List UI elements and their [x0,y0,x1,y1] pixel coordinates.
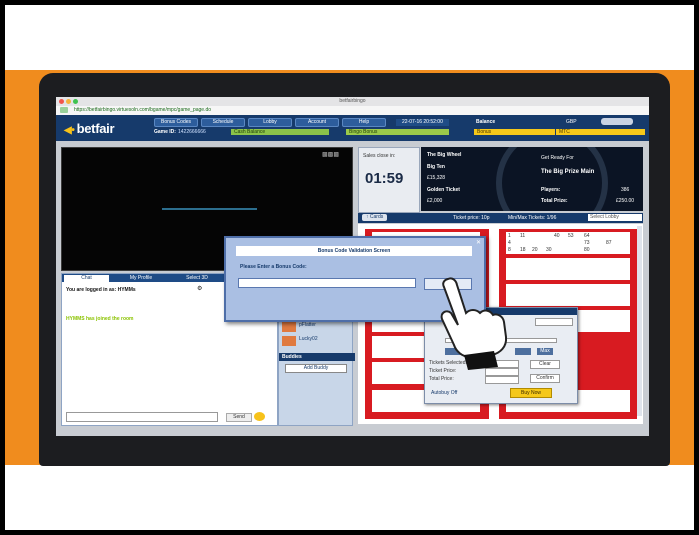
bonus-code-prompt: Please Enter a Bonus Code: [240,264,307,270]
buddy-name[interactable]: pFlatter [299,322,316,328]
browser-window: betfairbingo https://betfairbingo.virtue… [56,97,649,436]
ticket-number: 20 [532,247,538,253]
sales-close-label: Sales close in: [363,153,396,159]
ticket-price-text: Ticket price: 10p [453,215,490,221]
avatar [282,336,296,346]
browser-title: betfairbingo [339,98,366,104]
chat-options-icon[interactable]: ⚙ [197,285,202,292]
logo-icon: ◀• [64,125,75,136]
total-prize-label: Total Prize: [541,198,568,204]
tab-chat[interactable]: Chat [64,275,109,282]
cards-tab[interactable]: ↑ Cards [362,214,388,221]
loading-bar [162,208,257,210]
ticket-number: 18 [520,247,526,253]
get-ready-label: Get Ready For [541,155,574,161]
quantity-field[interactable] [535,318,573,326]
site-header: ◀• betfair Bonus Codes Schedule Lobby Acc… [56,115,649,141]
game-info-banner: The Big Wheel Big Ten £15,328 Golden Tic… [421,147,643,211]
betfair-logo[interactable]: ◀• betfair [64,121,115,136]
emoji-icon[interactable] [254,412,265,421]
ticket-number: 11 [520,233,526,239]
send-button[interactable]: Send [226,413,252,422]
golden-ticket-value: £2,000 [427,198,443,204]
tickets-toolbar: ↑ Cards Ticket price: 10p Min/Max Ticket… [358,213,643,223]
tab-my-profile[interactable]: My Profile [116,275,166,282]
buddy-name[interactable]: Lucky02 [299,336,318,342]
ticket-number: 80 [584,247,590,253]
bingo-bonus-bar: Bingo Bonus [346,129,449,135]
autobuy-toggle[interactable]: Autobuy Off [431,390,457,396]
min-max-text: Min/Max Tickets: 1/96 [508,215,557,221]
total-price-field [485,376,519,384]
ticket-card-2[interactable] [506,258,630,280]
mtc-badge: MTC [556,129,645,135]
ticket-card-3[interactable] [506,284,630,306]
chat-welcome: You are logged in as: HYMMs [66,287,136,293]
ticket-number: 64 [584,233,590,239]
header-toggle[interactable] [601,118,633,125]
buddies-title: Buddies [279,353,355,361]
avatar [282,322,296,332]
players-value: 386 [621,187,630,193]
tickets-scrollbar[interactable] [637,226,642,416]
increment-button[interactable] [515,348,531,355]
logo-text: betfair [76,121,115,136]
browser-titlebar: betfairbingo [56,97,649,106]
prize-value: £15,328 [427,175,446,181]
next-game-title: The Big Prize Main [541,169,595,175]
total-price-label: Total Price: [429,376,454,382]
cash-balance-bar: Cash Balance [231,129,329,135]
max-button[interactable]: Max [537,348,553,355]
pointing-hand-icon [440,277,508,370]
add-buddy-button[interactable]: Add Buddy [285,364,347,373]
dialog-title: Bonus Code Validation Screen [236,246,472,256]
balance-label: Balance [476,119,496,125]
confirm-button[interactable]: Confirm [530,374,560,383]
clear-button[interactable]: Clear [530,360,560,369]
clock: 22-07-16 20:52:00 [396,119,449,126]
panel-controls-icon[interactable]: ▩▩▩ [322,151,339,158]
lobby-select[interactable]: Select Lobby [588,214,642,221]
tab-select-3d[interactable]: Select 3D [172,275,222,282]
buy-now-button[interactable]: Buy Now [510,388,552,398]
ticket-number: 87 [606,240,612,246]
lock-icon [60,107,68,113]
game-title-2: Big Ten [427,164,445,170]
bonus-code-input[interactable] [238,278,416,288]
ticket-number: 53 [568,233,574,239]
countdown-timer: 01:59 [365,170,404,187]
game-title-1: The Big Wheel [427,152,462,158]
countdown-panel: Sales close in: 01:59 [358,147,420,213]
total-prize-value: £250.00 [616,198,635,204]
nav-help[interactable]: Help [342,118,386,127]
game-id-value: 1422666666 [178,129,206,135]
currency-label: GBP [566,119,577,125]
nav-bonus-codes[interactable]: Bonus Codes [154,118,198,127]
ticket-number: 1 [508,233,511,239]
nav-account[interactable]: Account [295,118,339,127]
nav-lobby[interactable]: Lobby [248,118,292,127]
ticket-number: 40 [554,233,560,239]
ticket-card-1[interactable]: 1 11 40 53 64 4 73 87 8 18 20 30 80 [506,232,630,254]
ticket-number: 30 [546,247,552,253]
chat-joined-message: HYMMS has joined the room [66,316,134,322]
ticket-number: 8 [508,247,511,253]
golden-ticket-label: Golden Ticket [427,187,460,193]
ticket-number: 4 [508,240,511,246]
url-text: https://betfairbingo.virtuesoln.com/bgam… [74,107,212,113]
chat-input[interactable] [66,412,218,422]
players-label: Players: [541,187,561,193]
dialog-close-icon[interactable]: ✕ [476,239,481,246]
bonus-badge: Bonus [474,129,555,135]
game-id-label: Game ID: [154,129,176,135]
ticket-number: 73 [584,240,590,246]
nav-schedule[interactable]: Schedule [201,118,245,127]
